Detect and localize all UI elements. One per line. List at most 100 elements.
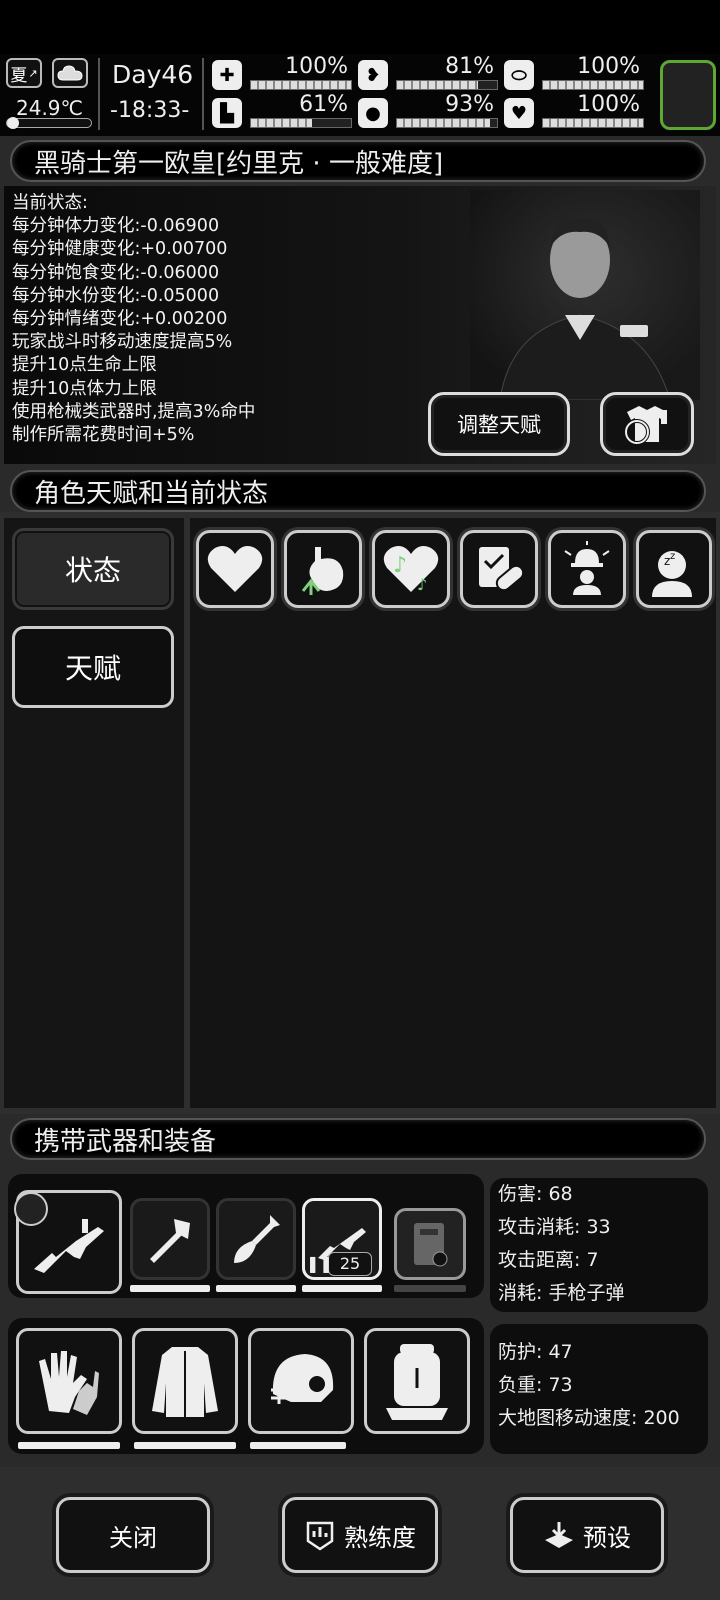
- svg-text:♪: ♪: [393, 553, 407, 578]
- water-bar-fill: [397, 119, 490, 127]
- stomach-icon[interactable]: [284, 530, 362, 608]
- armor-stat: 防护: 47: [498, 1341, 573, 1363]
- proficiency-button[interactable]: 熟练度: [282, 1497, 438, 1573]
- status-line: 每分钟水份变化:-0.05000: [12, 285, 220, 306]
- jacket-durability: [134, 1442, 236, 1449]
- backpack-icon: [386, 1344, 448, 1420]
- mood-bar-fill: [543, 119, 643, 127]
- capsule-icon: ⬭: [504, 60, 534, 90]
- heart-icon: ♥: [504, 98, 534, 128]
- axe-icon: [150, 1219, 190, 1263]
- weapon-stat: 消耗: 手枪子弹: [498, 1282, 625, 1304]
- gloves-durability: [18, 1442, 120, 1449]
- status-line: 提升10点生命上限: [12, 355, 157, 376]
- armor-slot-gloves[interactable]: [16, 1328, 122, 1434]
- divider: [98, 58, 100, 130]
- armor-stat: 大地图移动速度: 200: [498, 1407, 680, 1429]
- temperature-value: 24.9℃: [16, 96, 83, 120]
- close-button[interactable]: 关闭: [56, 1497, 210, 1573]
- status-line: 制作所需花费时间+5%: [12, 425, 195, 446]
- status-line: 每分钟体力变化:-0.06900: [12, 216, 220, 237]
- medkit-icon: ✚: [212, 60, 242, 90]
- status-line: 每分钟健康变化:+0.00700: [12, 239, 228, 260]
- weapon-stats-panel: 伤害: 68 攻击消耗: 33 攻击距离: 7 消耗: 手枪子弹: [490, 1178, 708, 1312]
- armor-slot-backpack[interactable]: [364, 1328, 470, 1434]
- weapon-slot-shield[interactable]: [394, 1208, 466, 1280]
- hunger-percent: 81%: [445, 54, 494, 79]
- tab-talents[interactable]: 天赋: [12, 626, 174, 708]
- hunger-bar-fill: [397, 81, 478, 89]
- helmet-icon: [271, 1354, 334, 1404]
- stamina-bar-fill: [251, 119, 312, 127]
- armor-bar-fill: [543, 81, 643, 89]
- status-line: 每分钟情绪变化:+0.00200: [12, 309, 228, 330]
- minimap-button[interactable]: [660, 60, 716, 130]
- adjust-talent-label: 调整天赋: [457, 413, 541, 437]
- gloves-icon: [39, 1351, 99, 1415]
- weapon-slot-axe[interactable]: [130, 1198, 210, 1280]
- weapon-mode-badge[interactable]: [14, 1192, 48, 1226]
- proficiency-label: 熟练度: [344, 1523, 416, 1552]
- health-percent: 100%: [285, 54, 348, 79]
- preset-label: 预设: [583, 1523, 631, 1552]
- sleeping-person-icon[interactable]: zz: [636, 530, 712, 608]
- armor-stats-list: 防护: 47 负重: 73 大地图移动速度: 200: [498, 1336, 708, 1435]
- alarm-person-icon[interactable]: [548, 530, 626, 608]
- tab-status-label: 状态: [64, 554, 121, 587]
- svg-text:z: z: [670, 551, 675, 562]
- equipment-title-bar: 携带武器和装备: [10, 1118, 706, 1160]
- health-bar-fill: [251, 81, 351, 89]
- cloud-icon: [52, 58, 88, 88]
- mood-percent: 100%: [577, 92, 640, 117]
- proficiency-icon: [306, 1521, 334, 1551]
- tab-status[interactable]: 状态: [12, 528, 174, 610]
- day-counter: Day46: [112, 60, 194, 89]
- water-percent: 93%: [445, 92, 494, 117]
- hunger-bar: [396, 80, 498, 90]
- weapon-slot-shovel[interactable]: [216, 1198, 296, 1280]
- health-bar: [250, 80, 352, 90]
- smg-durability: [302, 1285, 382, 1292]
- helmet-durability: [250, 1442, 346, 1449]
- stomach-icon: ❥: [358, 60, 388, 90]
- mood-bar: [542, 118, 644, 128]
- armor-bar: [542, 80, 644, 90]
- thermometer-icon: [6, 117, 92, 129]
- character-title-bar: 黑骑士第一欧皇[约里克 · 一般难度]: [10, 140, 706, 182]
- adjust-talent-button[interactable]: 调整天赋: [428, 392, 570, 456]
- stamina-bar: [250, 118, 352, 128]
- shovel-icon: [234, 1215, 280, 1263]
- talents-title: 角色天赋和当前状态: [34, 478, 269, 509]
- talents-content: [190, 518, 716, 1108]
- riot-shield-icon: [414, 1223, 448, 1267]
- weapon-stats-list: 伤害: 68 攻击消耗: 33 攻击距离: 7 消耗: 手枪子弹: [498, 1178, 708, 1310]
- jacket-icon: [152, 1347, 218, 1417]
- heart-icon[interactable]: [196, 530, 274, 608]
- weapon-stat: 攻击消耗: 33: [498, 1216, 611, 1238]
- status-line: 使用枪械类武器时,提高3%命中: [12, 401, 256, 422]
- water-bar: [396, 118, 498, 128]
- boot-icon: ▙: [212, 98, 242, 128]
- bullets-icon: ❚❚: [306, 1254, 333, 1273]
- talents-title-bar: 角色天赋和当前状态: [10, 470, 706, 512]
- divider: [202, 58, 204, 130]
- armor-slot-jacket[interactable]: [132, 1328, 238, 1434]
- music-heart-icon[interactable]: ♪ ♪: [372, 530, 450, 608]
- axe-durability: [130, 1285, 210, 1292]
- armor-stats-panel: 防护: 47 负重: 73 大地图移动速度: 200: [490, 1324, 708, 1454]
- shield-durability: [394, 1285, 466, 1292]
- weapon-stat: 伤害: 68: [498, 1183, 573, 1205]
- clock: -18:33-: [110, 98, 190, 123]
- change-outfit-button[interactable]: [600, 392, 694, 456]
- medical-clipboard-icon[interactable]: [460, 530, 538, 608]
- preset-button[interactable]: 预设: [510, 1497, 664, 1573]
- ammo-count: 25: [328, 1252, 372, 1276]
- shovel-durability: [216, 1285, 296, 1292]
- status-line: 每分钟饱食变化:-0.06000: [12, 262, 220, 283]
- svg-text:♪: ♪: [417, 575, 427, 594]
- water-drop-icon: ●: [358, 98, 388, 128]
- season-badge: 夏 ↗: [6, 58, 42, 88]
- armor-slot-helmet[interactable]: [248, 1328, 354, 1434]
- equipment-title: 携带武器和装备: [34, 1126, 217, 1157]
- status-line: 提升10点体力上限: [12, 378, 157, 399]
